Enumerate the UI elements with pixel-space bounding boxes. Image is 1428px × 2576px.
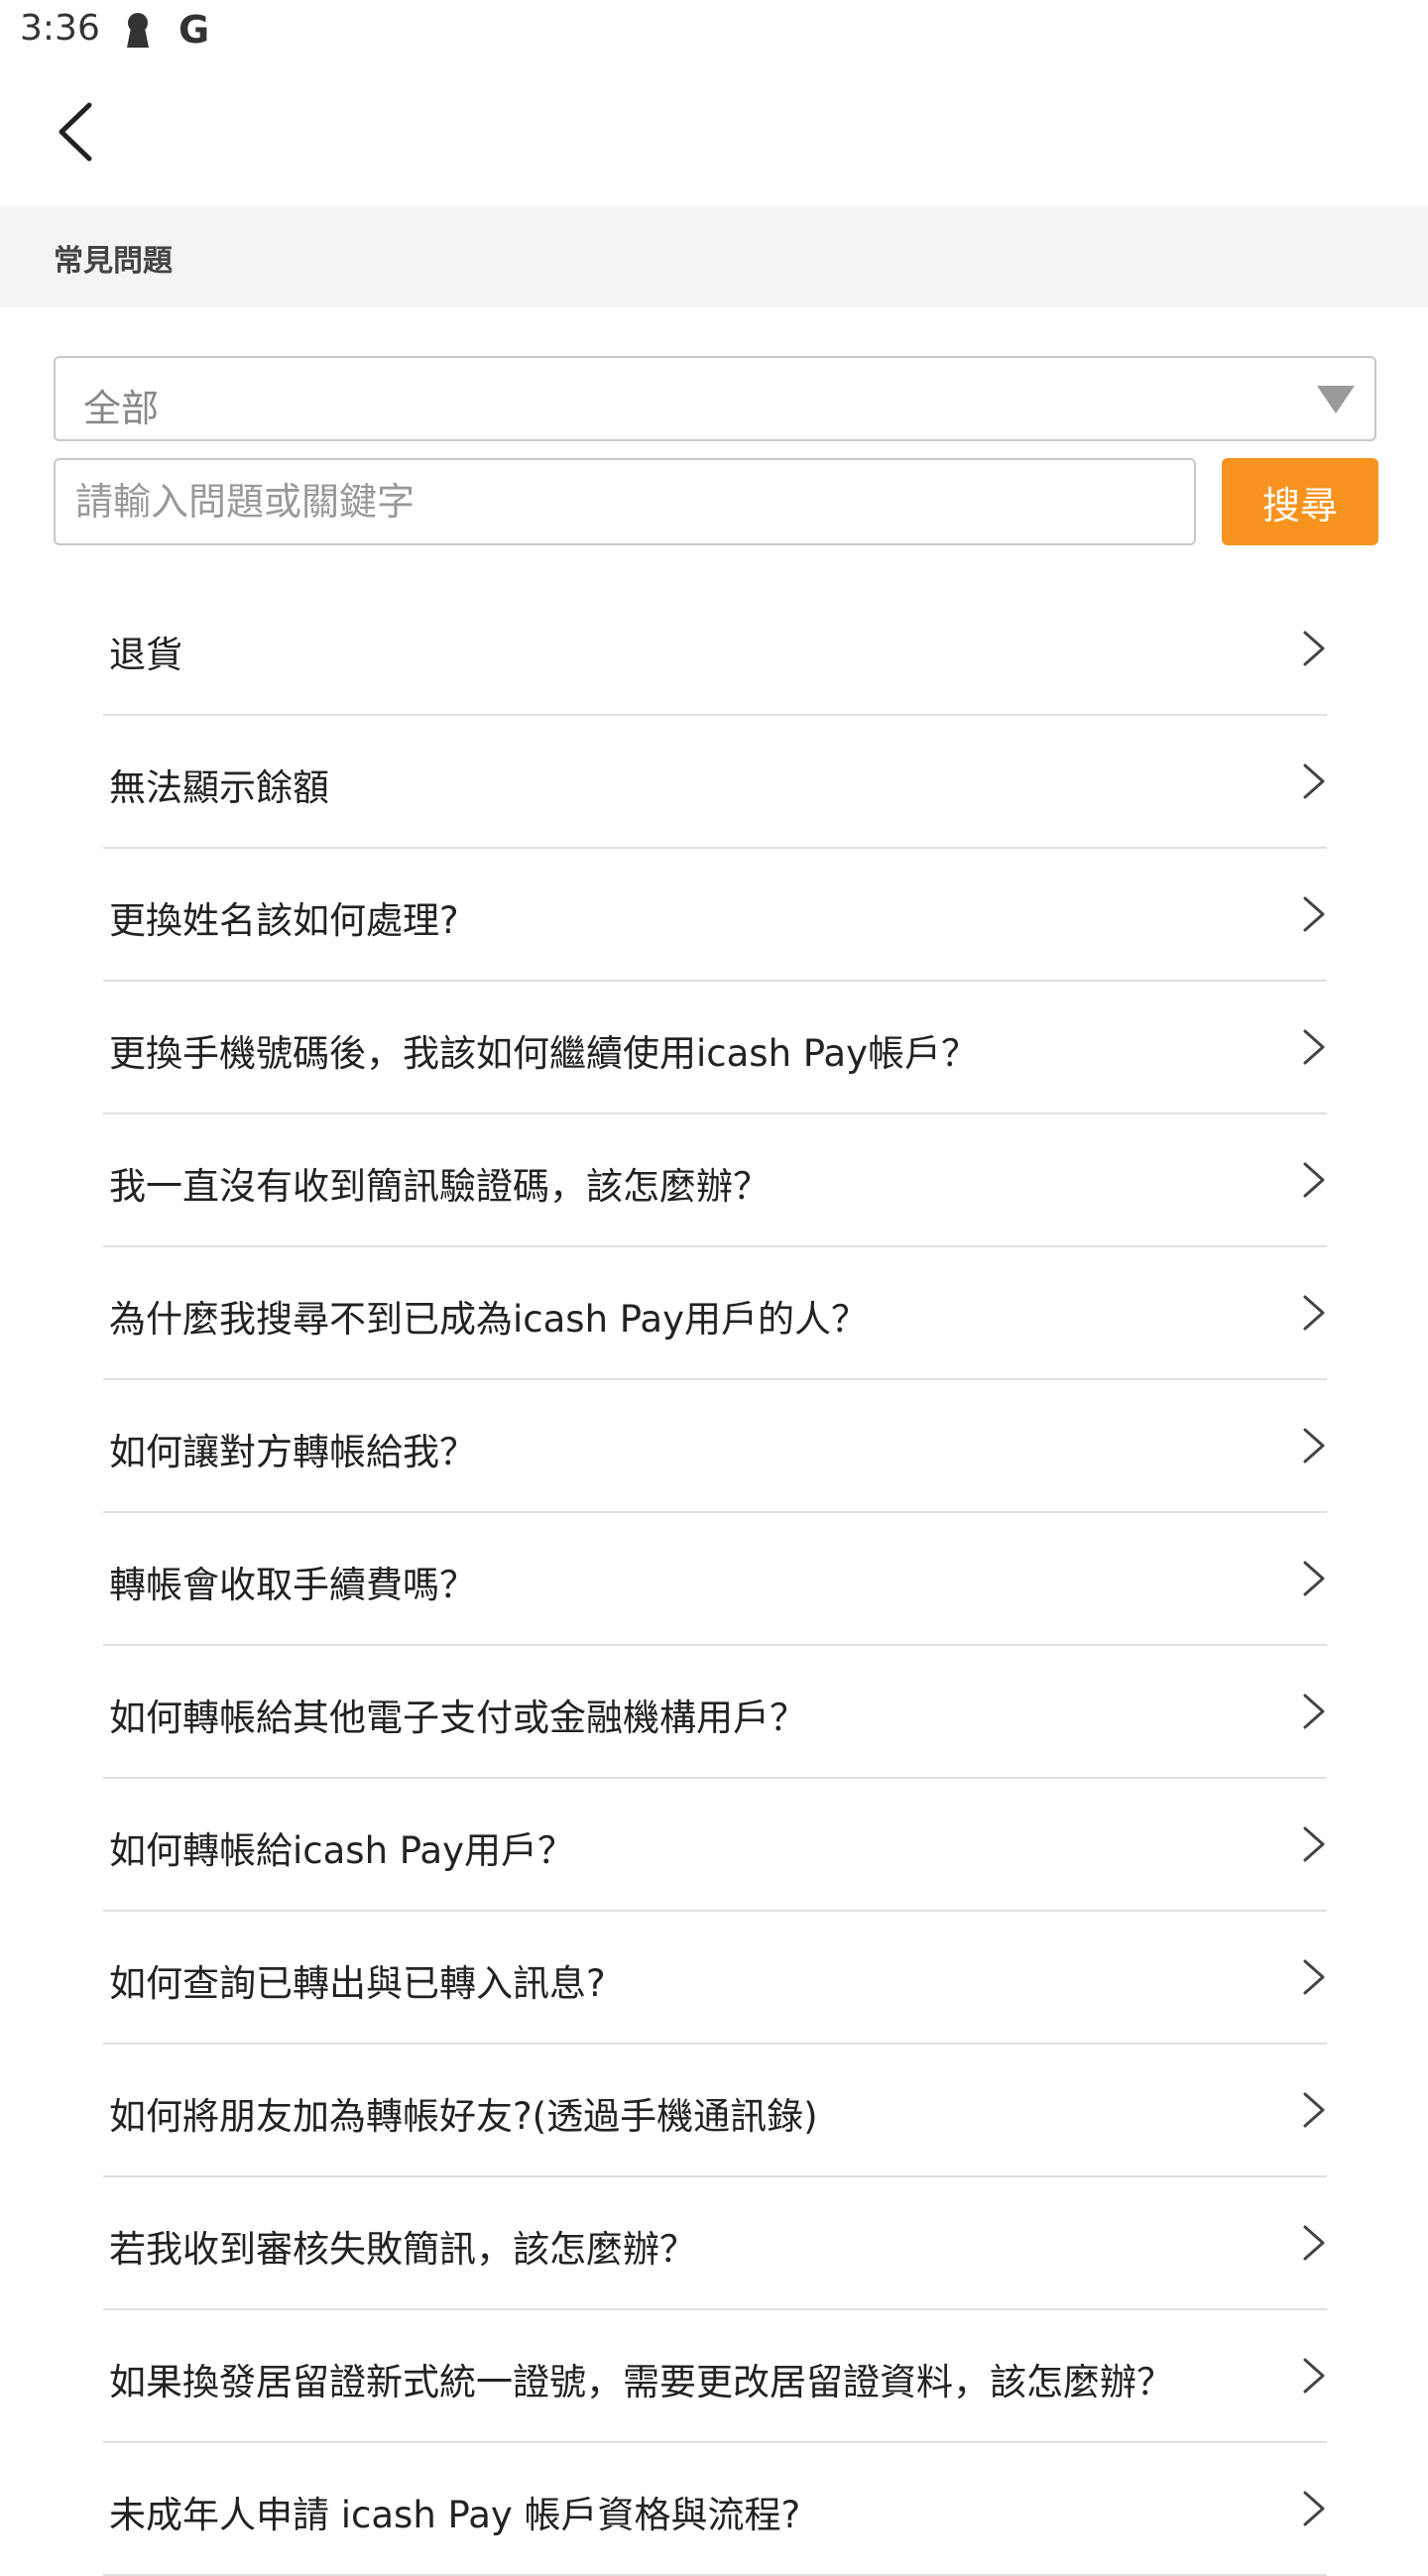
faq-item[interactable]: 為什麼我搜尋不到已成為icash Pay用戶的人？: [103, 1247, 1327, 1380]
faq-question: 我一直沒有收到簡訊驗證碼，該怎麼辦？: [109, 1165, 770, 1208]
chevron-right-icon: [1303, 1826, 1325, 1862]
faq-list: 退貨無法顯示餘額更換姓名該如何處理? 更換手機號碼後，我該如何繼續使用icash …: [103, 583, 1327, 2576]
chevron-right-icon: [1303, 1959, 1325, 1995]
chevron-right-icon: [1303, 896, 1325, 932]
faq-item[interactable]: 如何轉帳給其他電子支付或金融機構用戶？: [103, 1646, 1327, 1779]
chevron-right-icon: [1303, 1428, 1325, 1464]
faq-question: 轉帳會收取手續費嗎？: [109, 1564, 476, 1606]
faq-question: 如何讓對方轉帳給我？: [109, 1431, 476, 1473]
faq-item[interactable]: 如何查詢已轉出與已轉入訊息?: [103, 1912, 1327, 2045]
faq-item[interactable]: 如何讓對方轉帳給我？: [103, 1380, 1327, 1513]
chevron-right-icon: [1303, 1295, 1325, 1331]
chevron-right-icon: [1303, 1694, 1325, 1729]
faq-item[interactable]: 未成年人申請 icash Pay 帳戶資格與流程?: [103, 2443, 1327, 2576]
chevron-right-icon: [1303, 1029, 1325, 1065]
faq-item[interactable]: 如何將朋友加為轉帳好友?(透過手機通訊錄): [103, 2045, 1327, 2177]
chevron-right-icon: [1303, 1162, 1325, 1198]
faq-item[interactable]: 我一直沒有收到簡訊驗證碼，該怎麼辦？: [103, 1114, 1327, 1247]
faq-question: 更換姓名該如何處理?: [109, 899, 459, 942]
faq-question: 未成年人申請 icash Pay 帳戶資格與流程?: [109, 2494, 801, 2536]
back-button[interactable]: [50, 97, 119, 176]
chevron-right-icon: [1303, 2092, 1325, 2128]
chevron-right-icon: [1303, 2225, 1325, 2261]
status-time: 3:36: [20, 8, 100, 49]
faq-item[interactable]: 更換姓名該如何處理?: [103, 849, 1327, 982]
faq-question: 若我收到審核失敗簡訊，該怎麼辦？: [109, 2228, 696, 2271]
faq-question: 為什麼我搜尋不到已成為icash Pay用戶的人？: [109, 1298, 869, 1341]
faq-question: 如果換發居留證新式統一證號，需要更改居留證資料，該怎麼辦？: [109, 2361, 1173, 2403]
keyhole-icon: [125, 12, 151, 54]
chevron-right-icon: [1303, 1561, 1325, 1596]
triangle-down-icon: [1315, 384, 1357, 419]
faq-question: 無法顯示餘額: [109, 766, 329, 809]
faq-question: 更換手機號碼後，我該如何繼續使用icash Pay帳戶？: [109, 1032, 979, 1075]
page-title: 常見問題: [54, 244, 173, 279]
chevron-right-icon: [1303, 2358, 1325, 2394]
chevron-right-icon: [1303, 2491, 1325, 2526]
search-input[interactable]: [54, 458, 1196, 545]
faq-item[interactable]: 轉帳會收取手續費嗎？: [103, 1513, 1327, 1646]
faq-question: 如何查詢已轉出與已轉入訊息?: [109, 1962, 606, 2005]
faq-question: 退貨: [109, 634, 182, 676]
chevron-left-icon: [59, 102, 92, 162]
section-header: 常見問題: [0, 206, 1428, 307]
google-g-icon: G: [178, 8, 210, 52]
faq-question: 如何轉帳給icash Pay用戶？: [109, 1829, 575, 1872]
search-button[interactable]: 搜尋: [1222, 458, 1378, 545]
status-bar: 3:36 G: [0, 0, 1428, 63]
chevron-right-icon: [1303, 631, 1325, 666]
faq-question: 如何將朋友加為轉帳好友?(透過手機通訊錄): [109, 2095, 818, 2138]
category-select[interactable]: 全部: [54, 356, 1376, 441]
faq-item[interactable]: 更換手機號碼後，我該如何繼續使用icash Pay帳戶？: [103, 982, 1327, 1114]
faq-question: 如何轉帳給其他電子支付或金融機構用戶？: [109, 1697, 806, 1739]
faq-item[interactable]: 退貨: [103, 583, 1327, 716]
chevron-right-icon: [1303, 763, 1325, 799]
faq-item[interactable]: 若我收到審核失敗簡訊，該怎麼辦？: [103, 2177, 1327, 2310]
faq-item[interactable]: 如果換發居留證新式統一證號，需要更改居留證資料，該怎麼辦？: [103, 2310, 1327, 2443]
faq-item[interactable]: 如何轉帳給icash Pay用戶？: [103, 1779, 1327, 1912]
faq-item[interactable]: 無法顯示餘額: [103, 716, 1327, 849]
category-selected-value: 全部: [83, 387, 160, 430]
